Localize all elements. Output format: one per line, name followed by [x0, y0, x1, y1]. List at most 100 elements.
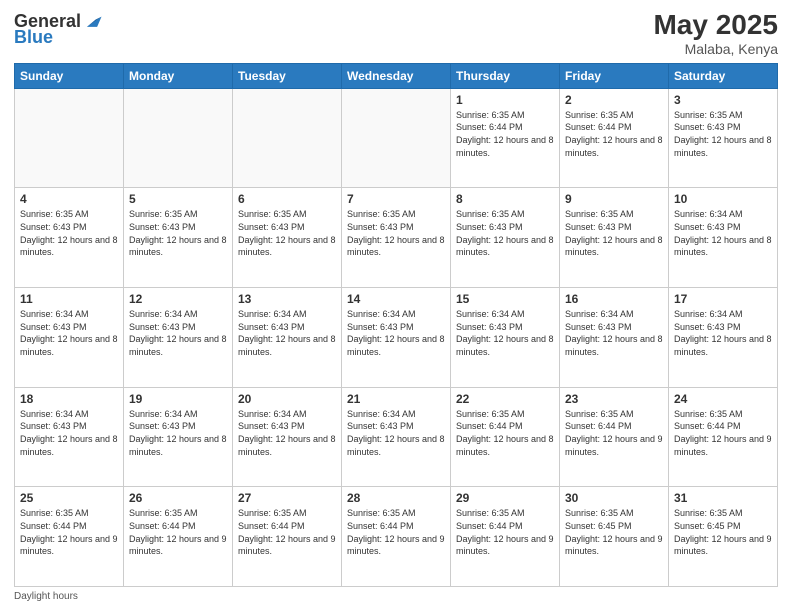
col-friday: Friday — [560, 63, 669, 88]
day-info: Sunrise: 6:34 AM Sunset: 6:43 PM Dayligh… — [20, 308, 118, 358]
day-number: 24 — [674, 392, 772, 406]
table-row — [15, 88, 124, 188]
calendar-header-row: Sunday Monday Tuesday Wednesday Thursday… — [15, 63, 778, 88]
day-info: Sunrise: 6:34 AM Sunset: 6:43 PM Dayligh… — [565, 308, 663, 358]
table-row — [342, 88, 451, 188]
day-number: 19 — [129, 392, 227, 406]
day-info: Sunrise: 6:35 AM Sunset: 6:44 PM Dayligh… — [456, 408, 554, 458]
table-row: 21Sunrise: 6:34 AM Sunset: 6:43 PM Dayli… — [342, 387, 451, 487]
title-block: May 2025 Malaba, Kenya — [653, 10, 778, 57]
day-info: Sunrise: 6:35 AM Sunset: 6:44 PM Dayligh… — [674, 408, 772, 458]
table-row: 12 Sunrise: 6:34 AM Sunset: 6:43 PM Dayli… — [124, 288, 233, 388]
table-row: 3Sunrise: 6:35 AM Sunset: 6:43 PM Daylig… — [669, 88, 778, 188]
table-row: 27 Sunrise: 6:35 AM Sunset: 6:44 PM Dayli… — [233, 487, 342, 587]
week-row-4: 18 Sunrise: 6:34 AM Sunset: 6:43 PM Dayli… — [15, 387, 778, 487]
day-number: 29 — [456, 491, 554, 505]
table-row: 30Sunrise: 6:35 AM Sunset: 6:45 PM Dayli… — [560, 487, 669, 587]
title-location: Malaba, Kenya — [653, 41, 778, 57]
day-number: 26 — [129, 491, 227, 505]
day-number: 31 — [674, 491, 772, 505]
col-tuesday: Tuesday — [233, 63, 342, 88]
table-row: 4Sunrise: 6:35 AM Sunset: 6:43 PM Daylig… — [15, 188, 124, 288]
day-info: Sunrise: 6:34 AM Sunset: 6:43 PM Dayligh… — [129, 408, 227, 458]
table-row: 10 Sunrise: 6:34 AM Sunset: 6:43 PM Dayli… — [669, 188, 778, 288]
day-info: Sunrise: 6:34 AM Sunset: 6:43 PM Dayligh… — [674, 308, 772, 358]
day-info: Sunrise: 6:35 AM Sunset: 6:43 PM Dayligh… — [129, 208, 227, 258]
week-row-5: 25 Sunrise: 6:35 AM Sunset: 6:44 PM Dayli… — [15, 487, 778, 587]
table-row: 5 Sunrise: 6:35 AM Sunset: 6:43 PM Daylig… — [124, 188, 233, 288]
table-row: 13 Sunrise: 6:34 AM Sunset: 6:43 PM Dayli… — [233, 288, 342, 388]
page: General Blue May 2025 Malaba, Kenya Sund… — [0, 0, 792, 612]
col-thursday: Thursday — [451, 63, 560, 88]
table-row: 18Sunrise: 6:34 AM Sunset: 6:43 PM Dayli… — [15, 387, 124, 487]
day-number: 27 — [238, 491, 336, 505]
day-number: 17 — [674, 292, 772, 306]
day-number: 10 — [674, 192, 772, 206]
day-info: Sunrise: 6:34 AM Sunset: 6:43 PM Dayligh… — [347, 308, 445, 358]
col-sunday: Sunday — [15, 63, 124, 88]
table-row: 23 Sunrise: 6:35 AM Sunset: 6:44 PM Dayli… — [560, 387, 669, 487]
day-number: 25 — [20, 491, 118, 505]
table-row: 2 Sunrise: 6:35 AM Sunset: 6:44 PM Daylig… — [560, 88, 669, 188]
day-number: 6 — [238, 192, 336, 206]
day-info: Sunrise: 6:35 AM Sunset: 6:45 PM Dayligh… — [565, 507, 663, 557]
day-info: Sunrise: 6:34 AM Sunset: 6:43 PM Dayligh… — [238, 308, 336, 358]
day-number: 11 — [20, 292, 118, 306]
table-row: 25 Sunrise: 6:35 AM Sunset: 6:44 PM Dayli… — [15, 487, 124, 587]
table-row: 19 Sunrise: 6:34 AM Sunset: 6:43 PM Dayli… — [124, 387, 233, 487]
logo-icon — [81, 10, 103, 32]
calendar: Sunday Monday Tuesday Wednesday Thursday… — [14, 63, 778, 587]
day-info: Sunrise: 6:35 AM Sunset: 6:44 PM Dayligh… — [238, 507, 336, 557]
day-number: 23 — [565, 392, 663, 406]
day-number: 13 — [238, 292, 336, 306]
day-number: 5 — [129, 192, 227, 206]
week-row-2: 4Sunrise: 6:35 AM Sunset: 6:43 PM Daylig… — [15, 188, 778, 288]
day-info: Sunrise: 6:35 AM Sunset: 6:44 PM Dayligh… — [565, 109, 663, 159]
day-info: Sunrise: 6:35 AM Sunset: 6:44 PM Dayligh… — [129, 507, 227, 557]
day-info: Sunrise: 6:35 AM Sunset: 6:45 PM Dayligh… — [674, 507, 772, 557]
day-number: 20 — [238, 392, 336, 406]
day-info: Sunrise: 6:35 AM Sunset: 6:43 PM Dayligh… — [674, 109, 772, 159]
day-number: 22 — [456, 392, 554, 406]
col-monday: Monday — [124, 63, 233, 88]
table-row: 20Sunrise: 6:34 AM Sunset: 6:43 PM Dayli… — [233, 387, 342, 487]
table-row — [124, 88, 233, 188]
table-row: 26 Sunrise: 6:35 AM Sunset: 6:44 PM Dayli… — [124, 487, 233, 587]
day-info: Sunrise: 6:35 AM Sunset: 6:44 PM Dayligh… — [20, 507, 118, 557]
table-row: 8Sunrise: 6:35 AM Sunset: 6:43 PM Daylig… — [451, 188, 560, 288]
table-row: 6Sunrise: 6:35 AM Sunset: 6:43 PM Daylig… — [233, 188, 342, 288]
day-info: Sunrise: 6:34 AM Sunset: 6:43 PM Dayligh… — [674, 208, 772, 258]
table-row: 28Sunrise: 6:35 AM Sunset: 6:44 PM Dayli… — [342, 487, 451, 587]
week-row-1: 1 Sunrise: 6:35 AM Sunset: 6:44 PM Daylig… — [15, 88, 778, 188]
day-info: Sunrise: 6:35 AM Sunset: 6:44 PM Dayligh… — [456, 109, 554, 159]
day-info: Sunrise: 6:34 AM Sunset: 6:43 PM Dayligh… — [129, 308, 227, 358]
table-row: 9Sunrise: 6:35 AM Sunset: 6:43 PM Daylig… — [560, 188, 669, 288]
day-number: 7 — [347, 192, 445, 206]
header: General Blue May 2025 Malaba, Kenya — [14, 10, 778, 57]
table-row: 17 Sunrise: 6:34 AM Sunset: 6:43 PM Dayli… — [669, 288, 778, 388]
day-number: 18 — [20, 392, 118, 406]
logo-blue-text: Blue — [14, 28, 53, 46]
table-row: 24 Sunrise: 6:35 AM Sunset: 6:44 PM Dayli… — [669, 387, 778, 487]
day-info: Sunrise: 6:35 AM Sunset: 6:43 PM Dayligh… — [565, 208, 663, 258]
day-number: 12 — [129, 292, 227, 306]
table-row: 31 Sunrise: 6:35 AM Sunset: 6:45 PM Dayli… — [669, 487, 778, 587]
day-number: 28 — [347, 491, 445, 505]
day-number: 21 — [347, 392, 445, 406]
table-row: 29 Sunrise: 6:35 AM Sunset: 6:44 PM Dayli… — [451, 487, 560, 587]
day-number: 16 — [565, 292, 663, 306]
table-row: 1 Sunrise: 6:35 AM Sunset: 6:44 PM Daylig… — [451, 88, 560, 188]
table-row: 16 Sunrise: 6:34 AM Sunset: 6:43 PM Dayli… — [560, 288, 669, 388]
day-info: Sunrise: 6:35 AM Sunset: 6:44 PM Dayligh… — [456, 507, 554, 557]
day-info: Sunrise: 6:35 AM Sunset: 6:43 PM Dayligh… — [456, 208, 554, 258]
day-number: 2 — [565, 93, 663, 107]
day-info: Sunrise: 6:35 AM Sunset: 6:44 PM Dayligh… — [565, 408, 663, 458]
table-row: 15Sunrise: 6:34 AM Sunset: 6:43 PM Dayli… — [451, 288, 560, 388]
table-row: 7Sunrise: 6:35 AM Sunset: 6:43 PM Daylig… — [342, 188, 451, 288]
day-number: 14 — [347, 292, 445, 306]
day-number: 1 — [456, 93, 554, 107]
table-row: 22 Sunrise: 6:35 AM Sunset: 6:44 PM Dayli… — [451, 387, 560, 487]
week-row-3: 11 Sunrise: 6:34 AM Sunset: 6:43 PM Dayli… — [15, 288, 778, 388]
col-wednesday: Wednesday — [342, 63, 451, 88]
table-row: 14 Sunrise: 6:34 AM Sunset: 6:43 PM Dayli… — [342, 288, 451, 388]
